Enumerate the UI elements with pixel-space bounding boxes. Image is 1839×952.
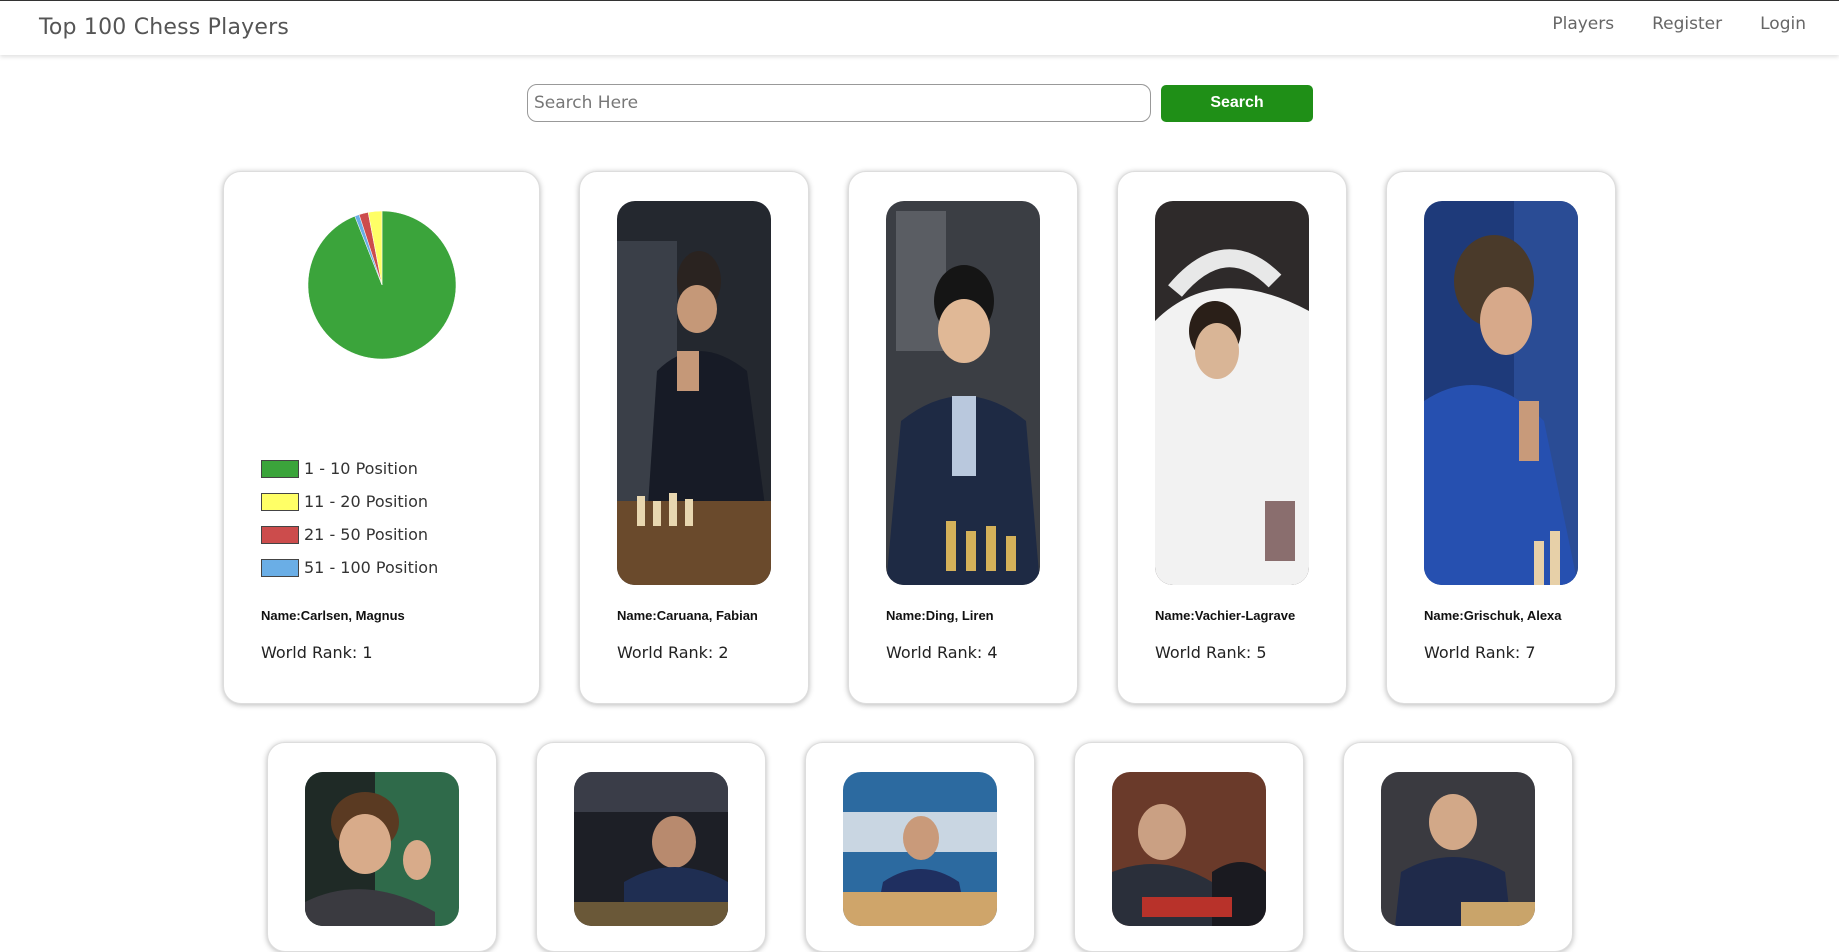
chart-legend: 1 - 10 Position 11 - 20 Position 21 - 50… xyxy=(261,452,438,584)
legend-swatch-red xyxy=(261,525,299,544)
player-photo[interactable] xyxy=(1112,772,1266,926)
player-name: Name:Caruana, Fabian xyxy=(617,608,758,623)
player-card[interactable] xyxy=(805,742,1035,952)
featured-card[interactable]: 1 - 10 Position 11 - 20 Position 21 - 50… xyxy=(223,171,540,704)
player-name: Name:Vachier-Lagrave xyxy=(1155,608,1296,623)
search-input[interactable] xyxy=(527,84,1151,122)
player-photo[interactable] xyxy=(886,201,1040,585)
player-card[interactable] xyxy=(267,742,497,952)
player-rank: World Rank: 5 xyxy=(1155,643,1267,662)
player-photo[interactable] xyxy=(574,772,728,926)
player-name: Name:Carlsen, Magnus xyxy=(261,608,405,623)
legend-swatch-yellow xyxy=(261,492,299,511)
player-photo[interactable] xyxy=(617,201,771,585)
legend-item: 1 - 10 Position xyxy=(261,452,438,485)
nav-link-login[interactable]: Login xyxy=(1760,14,1806,34)
player-card[interactable] xyxy=(536,742,766,952)
player-card[interactable]: Name:Ding, Liren World Rank: 4 xyxy=(848,171,1078,704)
nav-link-register[interactable]: Register xyxy=(1652,14,1722,34)
player-card[interactable]: Name:Caruana, Fabian World Rank: 2 xyxy=(579,171,809,704)
legend-label: 11 - 20 Position xyxy=(304,492,429,511)
legend-label: 21 - 50 Position xyxy=(304,525,429,544)
player-card[interactable] xyxy=(1074,742,1304,952)
player-photo[interactable] xyxy=(843,772,997,926)
search-row: Search xyxy=(527,84,1313,122)
legend-label: 1 - 10 Position xyxy=(304,459,418,478)
player-photo[interactable] xyxy=(1381,772,1535,926)
player-name: Name:Grischuk, Alexa xyxy=(1424,608,1562,623)
player-rank: World Rank: 7 xyxy=(1424,643,1536,662)
nav-links: Players Register Login xyxy=(1552,14,1806,34)
legend-item: 21 - 50 Position xyxy=(261,518,438,551)
legend-swatch-blue xyxy=(261,558,299,577)
legend-item: 51 - 100 Position xyxy=(261,551,438,584)
player-name: Name:Ding, Liren xyxy=(886,608,994,623)
legend-label: 51 - 100 Position xyxy=(304,558,439,577)
pie-chart xyxy=(307,210,457,360)
player-card[interactable] xyxy=(1343,742,1573,952)
player-rank: World Rank: 2 xyxy=(617,643,729,662)
player-photo[interactable] xyxy=(1155,201,1309,585)
legend-item: 11 - 20 Position xyxy=(261,485,438,518)
legend-swatch-green xyxy=(261,459,299,478)
player-photo[interactable] xyxy=(1424,201,1578,585)
player-photo[interactable] xyxy=(305,772,459,926)
player-card[interactable]: Name:Vachier-Lagrave World Rank: 5 xyxy=(1117,171,1347,704)
nav-link-players[interactable]: Players xyxy=(1552,14,1614,34)
player-rank: World Rank: 1 xyxy=(261,643,373,662)
brand-title[interactable]: Top 100 Chess Players xyxy=(39,15,289,40)
player-card[interactable]: Name:Grischuk, Alexa World Rank: 7 xyxy=(1386,171,1616,704)
player-rank: World Rank: 4 xyxy=(886,643,998,662)
search-button[interactable]: Search xyxy=(1161,84,1313,122)
navbar: Top 100 Chess Players Players Register L… xyxy=(0,0,1839,55)
